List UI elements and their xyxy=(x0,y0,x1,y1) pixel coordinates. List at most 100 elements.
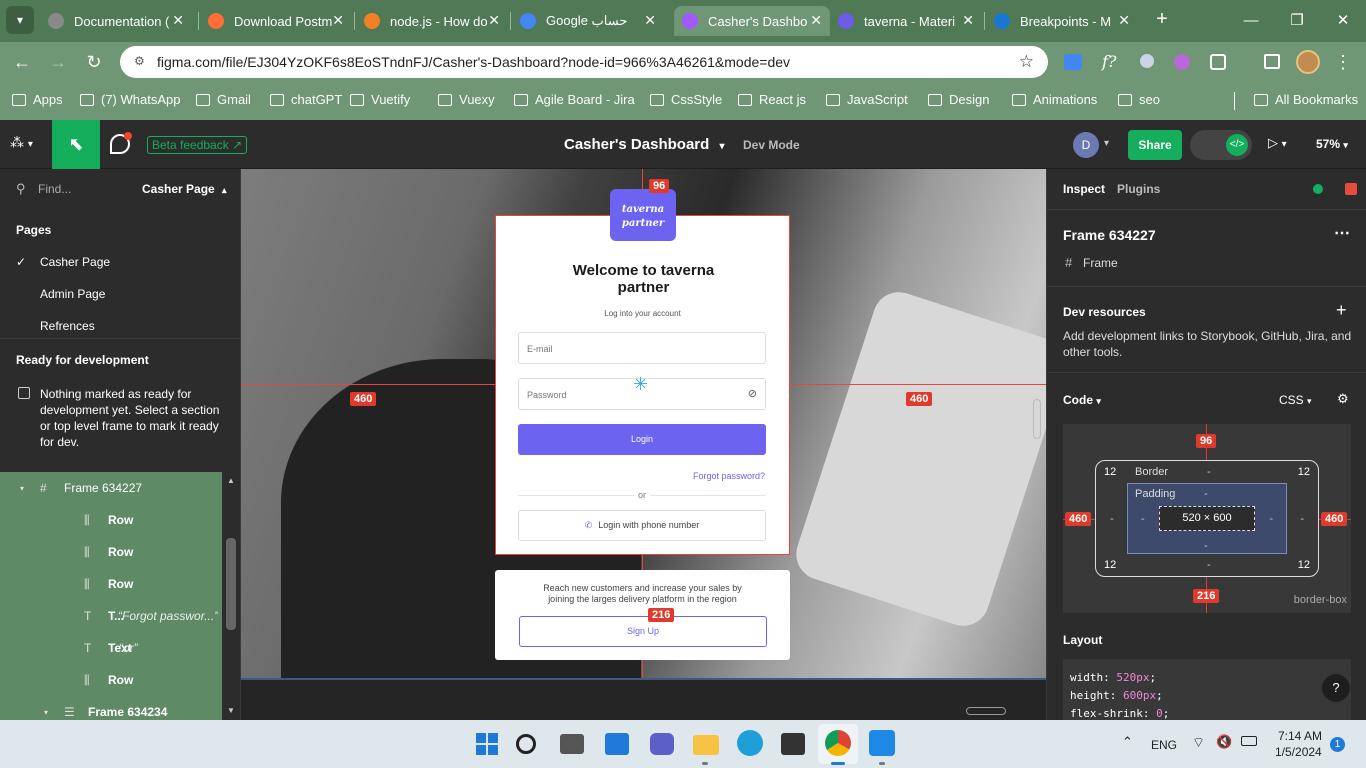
scroll-down-icon[interactable]: ▼ xyxy=(227,706,235,715)
edge-icon[interactable] xyxy=(737,730,763,756)
bookmark-item[interactable]: seo xyxy=(1118,92,1160,107)
figma-menu-button[interactable]: ⁂ ▾ xyxy=(10,134,33,151)
phone-login-button[interactable]: ✆ Login with phone number xyxy=(518,510,766,541)
tab-close-icon[interactable]: ✕ xyxy=(172,12,184,29)
function-extension-icon[interactable]: f? xyxy=(1102,52,1117,71)
scroll-up-icon[interactable]: ▲ xyxy=(227,476,235,485)
dev-mode-toggle[interactable]: </> xyxy=(1190,130,1252,160)
browser-menu-icon[interactable]: ⋮ xyxy=(1334,50,1352,74)
layer-item[interactable]: ▾ # Frame 634227 xyxy=(0,472,222,504)
clock-time[interactable]: 7:14 AM xyxy=(1278,729,1322,743)
tab-inspect[interactable]: Inspect xyxy=(1063,182,1105,196)
close-window-button[interactable]: ✕ xyxy=(1320,0,1366,40)
canvas-v-scrollbar[interactable] xyxy=(1033,399,1041,439)
bookmark-item[interactable]: JavaScript xyxy=(826,92,908,107)
plugin-icon[interactable] xyxy=(1345,183,1357,195)
restore-button[interactable]: ❐ xyxy=(1274,0,1320,40)
present-button[interactable]: ▷ ▾ xyxy=(1268,135,1287,151)
add-resource-icon[interactable]: + xyxy=(1336,300,1347,321)
email-field[interactable]: E-mail xyxy=(518,332,766,364)
bookmark-item[interactable]: Agile Board - Jira xyxy=(514,92,635,107)
bookmark-item[interactable]: React js xyxy=(738,92,806,107)
find-input[interactable]: Find... xyxy=(38,182,71,196)
layer-item[interactable]: ⫼ Row xyxy=(0,504,222,536)
tab-close-icon[interactable]: ✕ xyxy=(488,12,500,29)
status-dot-icon[interactable] xyxy=(1313,184,1323,194)
layers-scrollbar[interactable]: ▲ ▼ xyxy=(222,472,240,720)
signup-card[interactable]: Reach new customers and increase your sa… xyxy=(495,570,790,660)
eye-off-icon[interactable]: ⊘ xyxy=(748,387,757,400)
back-button[interactable]: ← xyxy=(10,50,34,74)
notification-badge[interactable]: 1 xyxy=(1330,737,1345,752)
browser-tab[interactable]: Documentation (✕ xyxy=(40,6,192,36)
code-language-dropdown[interactable]: CSS ▾ xyxy=(1279,393,1312,407)
volume-muted-icon[interactable]: 🔇 xyxy=(1216,734,1232,750)
code-heading[interactable]: Code ▾ xyxy=(1063,393,1101,407)
layer-item[interactable]: ⫼ Row xyxy=(0,536,222,568)
tab-plugins[interactable]: Plugins xyxy=(1117,182,1160,196)
clock-date[interactable]: 1/5/2024 xyxy=(1275,745,1322,759)
site-info-icon[interactable]: ⚙ xyxy=(134,54,145,68)
tray-chevron-up-icon[interactable]: ⌃ xyxy=(1122,734,1133,750)
layer-item[interactable]: ⫼ Row xyxy=(0,568,222,600)
minimize-button[interactable]: — xyxy=(1228,0,1274,40)
code-settings-icon[interactable]: ⚙ xyxy=(1337,391,1349,407)
design-canvas[interactable]: Welcome to taverna partner Log into your… xyxy=(241,169,1046,720)
extension-icon[interactable] xyxy=(1174,54,1190,70)
reload-button[interactable]: ↻ xyxy=(82,50,106,74)
bookmark-star-icon[interactable]: ☆ xyxy=(1019,52,1034,72)
tab-close-icon[interactable]: ✕ xyxy=(962,12,974,29)
file-explorer-icon[interactable] xyxy=(693,735,719,755)
zoom-dropdown[interactable]: 57% ▾ xyxy=(1316,137,1348,151)
expand-caret-icon[interactable]: ▾ xyxy=(20,484,24,493)
layer-item[interactable]: ⫼ Row xyxy=(0,664,222,696)
bookmark-item[interactable]: CssStyle xyxy=(650,92,722,107)
new-tab-button[interactable]: + xyxy=(1150,8,1174,32)
page-selector[interactable]: Casher Page ▴ xyxy=(142,182,227,196)
share-button[interactable]: Share xyxy=(1128,130,1182,160)
chrome-icon[interactable] xyxy=(825,730,851,756)
bookmark-item[interactable]: Vuetify xyxy=(350,92,410,107)
bookmark-item[interactable]: Design xyxy=(928,92,989,107)
bookmark-item[interactable]: Gmail xyxy=(196,92,251,107)
profile-avatar[interactable] xyxy=(1296,50,1320,74)
forward-button[interactable]: → xyxy=(46,50,70,74)
file-title[interactable]: Casher's Dashboard ▾ xyxy=(564,136,725,153)
battery-icon[interactable] xyxy=(1241,736,1257,746)
vscode-icon[interactable] xyxy=(869,730,895,756)
expand-caret-icon[interactable]: ▾ xyxy=(44,708,48,717)
search-icon[interactable] xyxy=(516,734,536,754)
tab-search-button[interactable]: ▾ xyxy=(6,6,34,34)
all-bookmarks-button[interactable]: All Bookmarks xyxy=(1254,92,1358,107)
bookmark-item[interactable]: chatGPT xyxy=(270,92,342,107)
store-icon[interactable] xyxy=(781,733,805,755)
task-view-icon[interactable] xyxy=(560,734,584,754)
select-tool-button[interactable]: ⬉ xyxy=(52,120,100,169)
extension-icon[interactable] xyxy=(1140,54,1154,68)
browser-tab[interactable]: Casher's Dashbo ✕ xyxy=(674,6,830,36)
user-avatar[interactable]: D xyxy=(1073,132,1099,158)
tab-close-icon[interactable]: ✕ xyxy=(1118,12,1130,29)
widgets-icon[interactable] xyxy=(605,733,629,755)
more-options-icon[interactable]: ⋯ xyxy=(1334,223,1350,243)
chat-icon[interactable] xyxy=(650,733,674,755)
page-item-refrences[interactable]: Refrences xyxy=(40,319,95,333)
browser-tab[interactable]: taverna - Materi ✕ xyxy=(830,6,982,36)
page-item-admin[interactable]: Admin Page xyxy=(40,287,105,301)
signup-button[interactable]: Sign Up xyxy=(519,616,767,647)
bookmark-item[interactable]: Apps xyxy=(12,92,63,107)
browser-tab[interactable]: Download Postm ✕ xyxy=(200,6,352,36)
login-button[interactable]: Login xyxy=(518,424,766,455)
tab-close-icon[interactable]: ✕ xyxy=(810,12,822,29)
beta-feedback-button[interactable]: Beta feedback ↗ xyxy=(147,136,248,154)
chevron-down-icon[interactable]: ▾ xyxy=(1104,138,1109,149)
wifi-icon[interactable]: ⌔ xyxy=(1192,734,1205,752)
layer-item[interactable]: T T... “Forgot passwor...” xyxy=(0,600,222,632)
extensions-puzzle-icon[interactable] xyxy=(1210,54,1226,70)
browser-tab[interactable]: node.js - How do ✕ xyxy=(356,6,508,36)
bookmark-item[interactable]: Vuexy xyxy=(438,92,495,107)
page-item-casher[interactable]: Casher Page xyxy=(40,255,110,269)
translate-icon[interactable] xyxy=(1064,54,1082,70)
canvas-scroll-indicator[interactable] xyxy=(966,707,1006,715)
bookmark-item[interactable]: (7) WhatsApp xyxy=(80,92,180,107)
